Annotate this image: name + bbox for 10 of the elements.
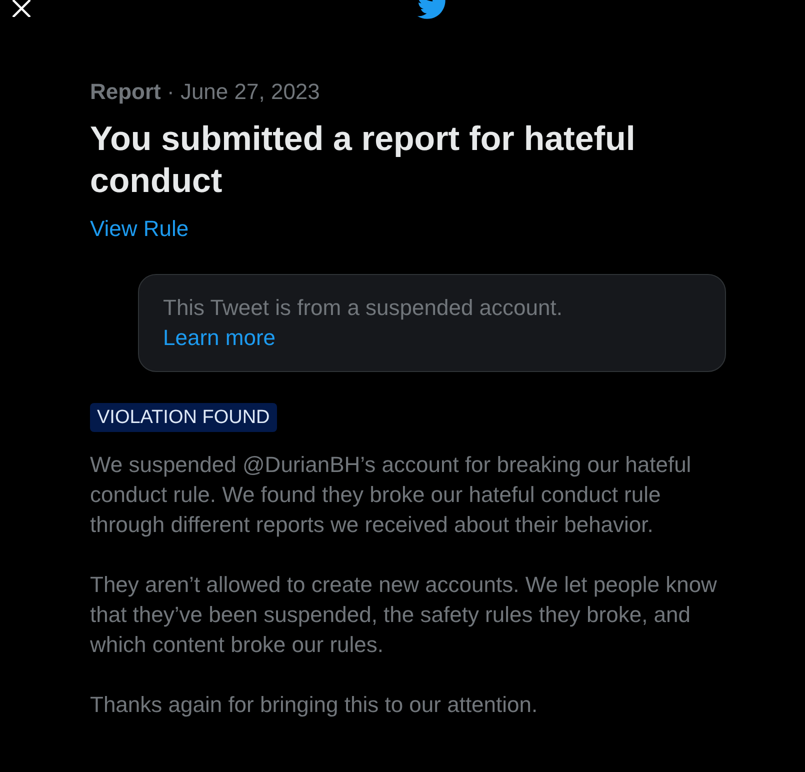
message-paragraph: We suspended @DurianBH’s account for breaking our hateful conduct rule. We found they broke our hateful conduct rule through different reports we received about their behavior. — [90, 451, 692, 539]
notice-text: This Tweet is from a suspended account. Learn more — [163, 294, 564, 352]
message-paragraph: They aren’t allowed to create new accounts. We let people know that they’ve been suspended, the safety rules they broke, and which content broke our rules. — [90, 571, 718, 659]
report-date-line: Report · June 27, 2023 — [90, 80, 321, 104]
message-paragraph: Thanks again for bringing this to our attention. — [90, 691, 539, 719]
view-rule-link[interactable]: View Rule — [90, 214, 189, 244]
close-icon[interactable] — [12, 0, 31, 17]
learn-more-link[interactable]: Learn more — [163, 325, 276, 350]
report-title: You submitted a report for hateful conduct — [90, 119, 636, 202]
status-tag: VIOLATION FOUND — [90, 403, 277, 432]
